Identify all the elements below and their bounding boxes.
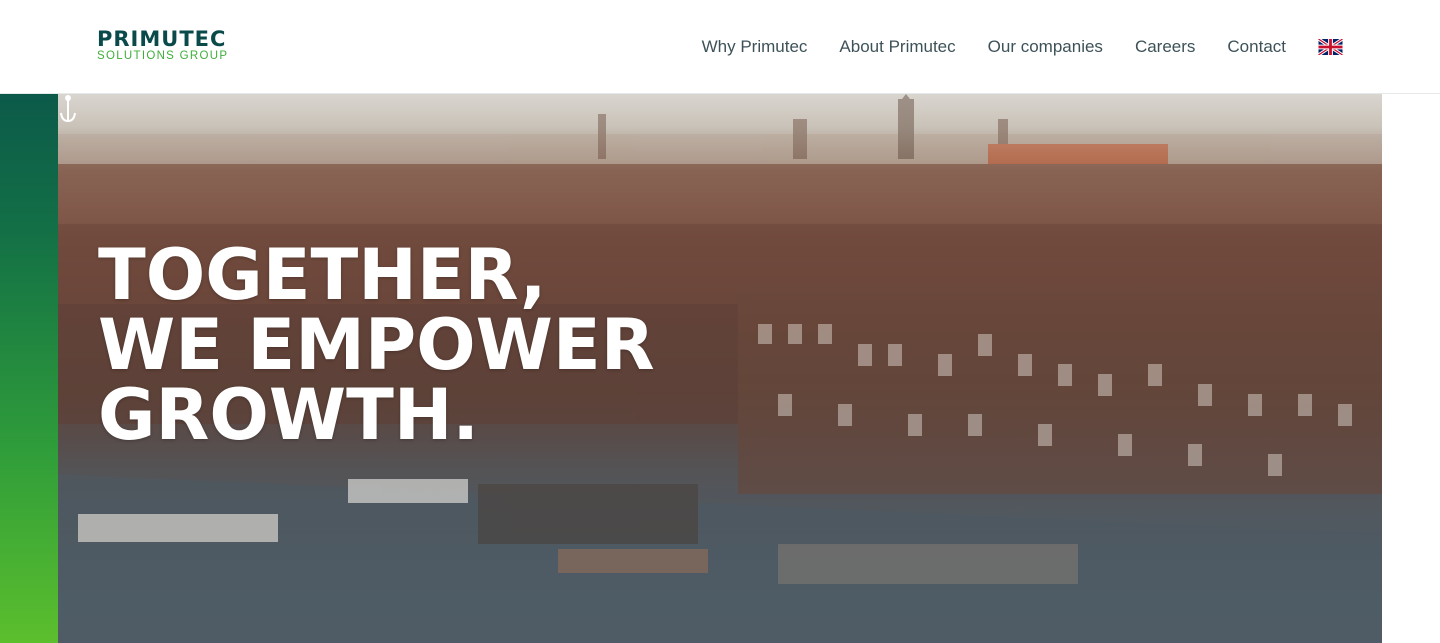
primutec-logo[interactable]: PRIMUTEC SOLUTIONS GROUP (97, 28, 267, 68)
nav-why-primutec[interactable]: Why Primutec (702, 36, 808, 58)
nav-contact[interactable]: Contact (1227, 36, 1286, 58)
green-side-bar (0, 94, 58, 643)
site-header: PRIMUTEC SOLUTIONS GROUP Why Primutec Ab… (0, 0, 1440, 94)
main-nav: Why Primutec About Primutec Our companie… (702, 36, 1343, 58)
hero-banner: TOGETHER, WE EMPOWER GROWTH. (58, 94, 1382, 643)
hero-title-line: WE EMPOWER (98, 304, 655, 386)
uk-flag-icon[interactable] (1318, 39, 1343, 55)
logo-wordmark: PRIMUTEC (97, 27, 227, 51)
logo-tagline: SOLUTIONS GROUP (97, 50, 229, 62)
nav-our-companies[interactable]: Our companies (988, 36, 1103, 58)
hero-title: TOGETHER, WE EMPOWER GROWTH. (98, 240, 858, 450)
anchor-icon[interactable] (58, 94, 78, 124)
hero-title-line: GROWTH. (98, 374, 480, 456)
nav-careers[interactable]: Careers (1135, 36, 1195, 58)
hero-title-line: TOGETHER, (98, 234, 547, 316)
nav-about-primutec[interactable]: About Primutec (839, 36, 955, 58)
